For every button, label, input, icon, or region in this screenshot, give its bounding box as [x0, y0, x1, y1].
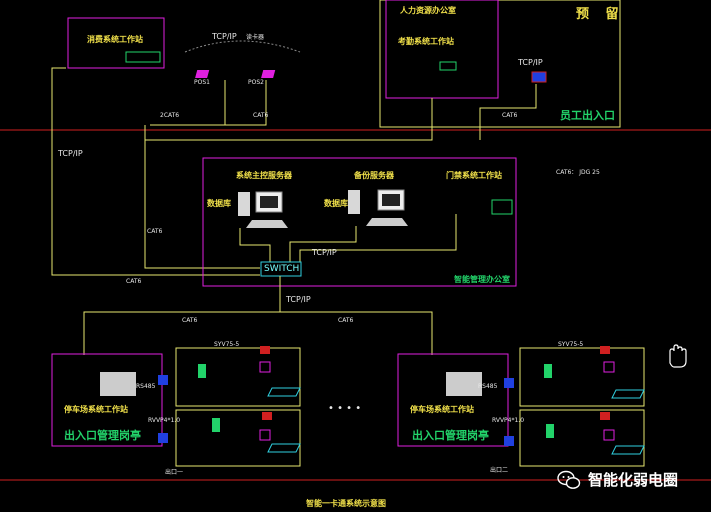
left-camera-top: [260, 346, 270, 354]
ellipsis-label: • • • •: [328, 403, 362, 414]
watermark-text: 智能化弱电圈: [588, 471, 679, 489]
right-lane-box-bottom: [519, 409, 645, 467]
db-right-label: 数据库: [324, 199, 348, 208]
tcpip-sw-label: TCP/IP: [312, 248, 337, 257]
rs485-right-label: RS485: [478, 383, 498, 390]
watermark: 智能化弱电圈: [558, 469, 678, 490]
server-main-tower: [238, 192, 250, 216]
server-backup-label: 备份服务器: [354, 171, 394, 180]
pos1-icon: [195, 70, 210, 78]
attendance-green-box: [439, 61, 457, 71]
cable-left-vertical: [51, 67, 260, 276]
left-lane-box-bottom: [175, 409, 301, 467]
right-reader-bottom: [546, 424, 554, 438]
server-backup-tower: [348, 190, 360, 214]
right-lane-box-top: [519, 347, 645, 407]
right-camera-top: [600, 346, 610, 354]
pos2-label: POS2: [248, 79, 264, 86]
syv-left-label: SYV75-5: [214, 341, 240, 348]
cat6-2-label: 2CAT6: [160, 112, 180, 119]
control-room-label: 智能管理办公室: [454, 275, 510, 284]
left-computer: [100, 372, 136, 396]
link-server-main: [239, 228, 271, 262]
right-camera-bottom: [600, 412, 610, 420]
gate-station-left-label: 停车场系统工作站: [64, 405, 128, 414]
left-controller-top: [158, 375, 168, 385]
hand-cursor-icon: [669, 344, 687, 368]
tcpip-top-label: TCP/IP: [212, 32, 237, 41]
pos-bracket: [184, 40, 301, 53]
gate-station-right-label: 停车场系统工作站: [410, 405, 474, 414]
staff-gate-label: 员工出入口: [560, 109, 615, 122]
lane1-label: 出口一: [165, 469, 184, 476]
rvvp-right-label: RVVP4*1.0: [492, 417, 525, 424]
left-barrier-bottom: [267, 443, 301, 453]
cat6-right-label: CAT6: [502, 112, 518, 119]
server-main-label: 系统主控服务器: [236, 171, 292, 180]
pos2-icon: [261, 70, 276, 78]
right-reader-top: [544, 364, 552, 378]
tcpip-right-label: TCP/IP: [518, 58, 543, 67]
pos1-label: POS1: [194, 79, 210, 86]
right-barrier-top: [611, 389, 645, 399]
entry-left-label: 出入口管理岗亭: [64, 429, 141, 442]
left-reader-top: [198, 364, 206, 378]
lane2-label: 出口二: [490, 467, 509, 474]
cable-hr: [145, 98, 433, 141]
rvvp-left-label: RVVP4*1.0: [148, 417, 181, 424]
left-reader-bottom: [212, 418, 220, 432]
door-station-green-box: [491, 199, 513, 215]
tcpip-left-label: TCP/IP: [58, 149, 83, 158]
attendance-station-label: 考勤系统工作站: [398, 37, 454, 46]
cat6-r-label: CAT6: [338, 317, 354, 324]
hr-office-label: 人力资源办公室: [400, 6, 456, 15]
syv-right-label: SYV75-5: [558, 341, 584, 348]
cat6-b-label: CAT6: [253, 112, 269, 119]
reserved-label: 预 留: [576, 7, 625, 22]
switch-label: SWITCH: [264, 264, 300, 274]
diagram-title: 智能一卡通系统示意图: [306, 499, 386, 508]
rs485-left-label: RS485: [136, 383, 156, 390]
reader-top-icon: [531, 71, 547, 83]
cat6-sw-label: CAT6: [126, 278, 142, 285]
right-computer: [446, 372, 482, 396]
right-controller-top: [504, 378, 514, 388]
left-barrier-top: [267, 387, 301, 397]
link-right-site: [280, 311, 433, 355]
right-barrier-bottom: [611, 445, 645, 455]
left-controller-bottom: [158, 433, 168, 443]
cat6-note-label: CAT6： JDG 25: [556, 169, 600, 176]
tcpip-down-label: TCP/IP: [286, 295, 311, 304]
reader-top-label: 读卡器: [246, 34, 265, 41]
door-station-label: 门禁系统工作站: [446, 171, 502, 180]
fire-station-label: 消费系统工作站: [87, 35, 143, 44]
fire-station-green-box: [125, 51, 161, 63]
db-left-label: 数据库: [207, 199, 231, 208]
left-lane-box-top: [175, 347, 301, 407]
cat6-mid-label: CAT6: [147, 228, 163, 235]
left-camera-bottom: [262, 412, 272, 420]
right-controller-bottom: [504, 436, 514, 446]
cat6-l-label: CAT6: [182, 317, 198, 324]
diagram-canvas: 消费系统工作站 TCP/IP 读卡器 POS1 POS2 2CAT6 CAT6 …: [0, 0, 711, 512]
entry-right-label: 出入口管理岗亭: [412, 429, 489, 442]
